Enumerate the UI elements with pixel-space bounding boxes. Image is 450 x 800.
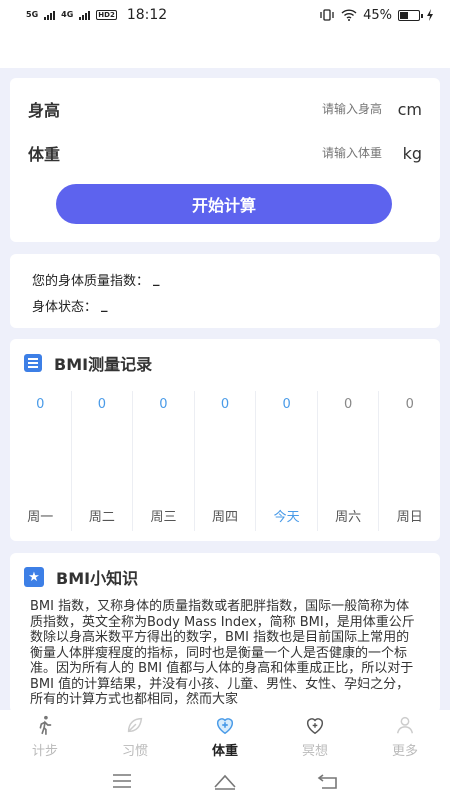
person-icon (396, 716, 414, 733)
status-bar: 5G 4G HD2 18:12 45% (0, 0, 450, 30)
height-unit: cm (397, 99, 422, 119)
result-card: 您的身体质量指数： _ 身体状态： _ (10, 254, 440, 328)
tab-meditate[interactable]: 冥想 (270, 710, 360, 762)
star-icon: ★ (24, 567, 44, 587)
height-label: 身高 (28, 101, 61, 120)
list-icon (24, 354, 42, 372)
battery-icon (398, 9, 423, 21)
day-label: 今天 (273, 510, 300, 525)
day-value: 0 (159, 397, 168, 412)
charging-icon (427, 9, 433, 21)
body-state-label: 身体状态： (32, 299, 98, 315)
signal-5g-label: 5G (26, 10, 39, 19)
signal-4g-label: 4G (61, 10, 74, 19)
tab-label: 习惯 (121, 743, 148, 759)
day-record-thu[interactable]: 0 周四 (195, 391, 257, 531)
heart-icon (306, 717, 324, 734)
signal-icon (44, 10, 56, 20)
signal-icon (79, 10, 91, 20)
clock: 18:12 (126, 7, 168, 23)
walk-icon (39, 715, 52, 735)
tab-label: 更多 (391, 743, 418, 759)
day-record-sun[interactable]: 0 周日 (379, 391, 440, 531)
weight-label: 体重 (28, 145, 61, 164)
bmi-value: _ (153, 271, 160, 287)
weight-input[interactable] (242, 146, 382, 160)
day-record-mon[interactable]: 0 周一 (10, 391, 72, 531)
leaf-icon (127, 717, 143, 732)
bmi-knowledge-card: ★ BMI小知识 BMI 指数，又称身体的质量指数或者肥胖指数，国际一般简称为体… (10, 553, 440, 713)
tab-label: 计步 (31, 743, 58, 759)
tab-step[interactable]: 计步 (0, 710, 90, 762)
tab-label: 体重 (211, 743, 238, 759)
height-input[interactable] (242, 102, 382, 116)
day-label: 周日 (396, 510, 423, 525)
day-label: 周四 (212, 510, 239, 525)
heart-plus-icon (216, 717, 234, 734)
start-calculate-button[interactable]: 开始计算 (56, 184, 392, 224)
tab-weight[interactable]: 体重 (180, 710, 270, 762)
bottom-tab-bar: 计步 习惯 体重 冥想 更多 (0, 710, 450, 762)
day-value: 0 (405, 397, 414, 412)
body-state-value: _ (101, 297, 108, 313)
day-value: 0 (344, 397, 353, 412)
day-value: 0 (97, 397, 106, 412)
day-label: 周二 (88, 510, 115, 525)
records-title: BMI测量记录 (54, 355, 153, 374)
day-label: 周一 (27, 510, 54, 525)
bmi-records-card: BMI测量记录 0 周一 0 周二 0 周三 0 周四 0 今天 0 周六 0 … (10, 339, 440, 541)
tab-label: 冥想 (301, 743, 328, 759)
vibrate-icon (320, 9, 334, 21)
menu-icon[interactable] (110, 772, 134, 790)
day-record-today[interactable]: 0 今天 (256, 391, 318, 531)
wifi-icon (341, 9, 357, 21)
knowledge-title: BMI小知识 (56, 569, 139, 588)
knowledge-text: BMI 指数，又称身体的质量指数或者肥胖指数，国际一般简称为体质指数，英文全称为… (30, 599, 415, 707)
system-nav-bar (0, 762, 450, 800)
input-card: 身高 cm 体重 kg 开始计算 (10, 78, 440, 242)
bmi-label: 您的身体质量指数： (32, 273, 150, 289)
battery-percent: 45% (363, 7, 392, 23)
tab-habit[interactable]: 习惯 (90, 710, 180, 762)
weight-unit: kg (402, 143, 422, 163)
hd-badge: HD2 (96, 10, 117, 20)
week-records: 0 周一 0 周二 0 周三 0 周四 0 今天 0 周六 0 周日 (10, 391, 440, 531)
day-value: 0 (282, 397, 291, 412)
height-row: 身高 cm (28, 94, 422, 124)
day-record-wed[interactable]: 0 周三 (133, 391, 195, 531)
day-label: 周六 (335, 510, 362, 525)
day-label: 周三 (150, 510, 177, 525)
day-record-sat[interactable]: 0 周六 (318, 391, 380, 531)
home-icon[interactable] (213, 772, 237, 790)
weight-row: 体重 kg (28, 138, 422, 168)
day-value: 0 (220, 397, 230, 412)
back-icon[interactable] (316, 772, 340, 790)
tab-more[interactable]: 更多 (360, 710, 450, 762)
day-record-tue[interactable]: 0 周二 (72, 391, 134, 531)
app-header (0, 30, 450, 68)
day-value: 0 (36, 397, 45, 412)
